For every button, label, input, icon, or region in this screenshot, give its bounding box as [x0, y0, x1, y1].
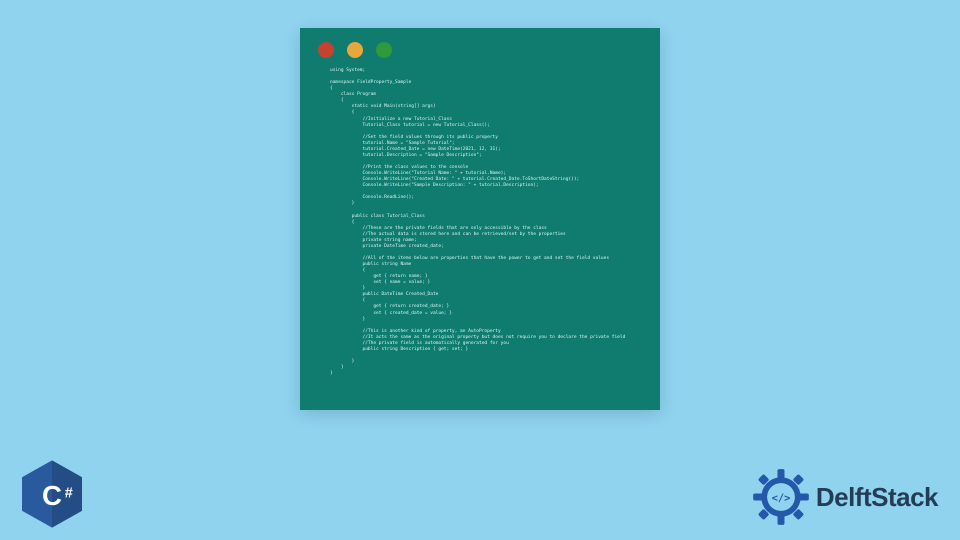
window-titlebar	[300, 28, 660, 68]
brand-name: DelftStack	[816, 482, 938, 513]
delftstack-logo: </> DelftStack	[752, 468, 938, 526]
svg-text:C: C	[42, 480, 62, 511]
code-block: using System; namespace FieldProperty_Sa…	[300, 68, 660, 387]
svg-text:#: #	[65, 486, 73, 502]
maximize-dot-icon	[376, 42, 392, 58]
gear-icon: </>	[752, 468, 810, 526]
code-window: using System; namespace FieldProperty_Sa…	[300, 28, 660, 410]
minimize-dot-icon	[347, 42, 363, 58]
svg-text:</>: </>	[771, 493, 790, 505]
close-dot-icon	[318, 42, 334, 58]
csharp-language-badge: C #	[22, 460, 82, 528]
